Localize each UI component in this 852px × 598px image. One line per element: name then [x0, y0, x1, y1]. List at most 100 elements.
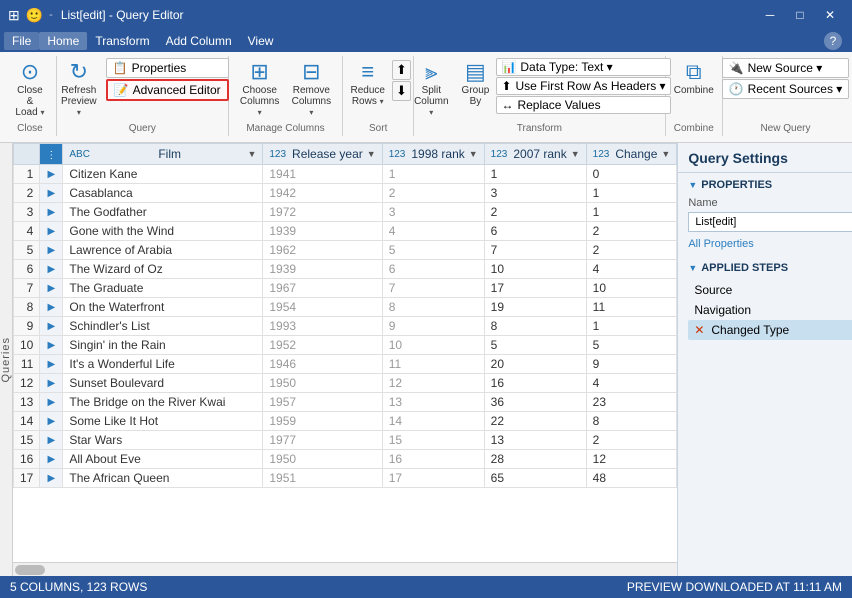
rank2007-col-header[interactable]: 123 2007 rank ▼ [484, 144, 586, 165]
row-icon-cell: ▶ [40, 336, 63, 355]
table-row[interactable]: 1 ▶ Citizen Kane 1941 1 1 0 [14, 165, 677, 184]
group-by-button[interactable]: ▤ GroupBy [457, 58, 493, 110]
choose-columns-icon: ⊞ [250, 61, 268, 83]
table-row[interactable]: 10 ▶ Singin' in the Rain 1952 10 5 5 [14, 336, 677, 355]
rank2007-cell: 16 [484, 374, 586, 393]
help-button[interactable]: ? [824, 32, 842, 50]
film-cell: The Bridge on the River Kwai [63, 393, 263, 412]
table-row[interactable]: 7 ▶ The Graduate 1967 7 17 10 [14, 279, 677, 298]
menu-transform[interactable]: Transform [87, 32, 157, 50]
table-scroll[interactable]: ⋮ ABC Film ▼ 123 [13, 143, 677, 562]
new-query-group-label: New Query [760, 123, 810, 134]
release-year-col-type: 123 [269, 149, 286, 160]
film-cell: Citizen Kane [63, 165, 263, 184]
close-button[interactable]: ✕ [816, 3, 844, 27]
remove-columns-button[interactable]: ⊟ RemoveColumns ▾ [287, 58, 337, 121]
step-changed-type[interactable]: ✕ Changed Type [688, 320, 852, 340]
ribbon-group-query: ↻ RefreshPreview ▾ 📋 Properties 📝 Advanc… [57, 56, 229, 136]
row-num-cell: 17 [14, 469, 40, 488]
rank2007-filter-arrow[interactable]: ▼ [571, 149, 580, 159]
split-column-button[interactable]: ⫸ SplitColumn ▾ [408, 58, 454, 121]
change-cell: 2 [586, 222, 677, 241]
step-source[interactable]: Source ⚙ [688, 280, 852, 300]
table-row[interactable]: 15 ▶ Star Wars 1977 15 13 2 [14, 431, 677, 450]
queries-sidebar: Queries [0, 143, 13, 576]
row-num-header [14, 144, 40, 165]
table-row[interactable]: 3 ▶ The Godfather 1972 3 2 1 [14, 203, 677, 222]
refresh-preview-button[interactable]: ↻ RefreshPreview ▾ [56, 58, 102, 121]
row-icon-cell: ▶ [40, 374, 63, 393]
all-properties-link[interactable]: All Properties [688, 238, 753, 250]
rank1998-col-header[interactable]: 123 1998 rank ▼ [382, 144, 484, 165]
recent-sources-icon: 🕐 [729, 82, 744, 96]
name-input[interactable] [688, 212, 852, 232]
release-year-filter-arrow[interactable]: ▼ [367, 149, 376, 159]
table-row[interactable]: 13 ▶ The Bridge on the River Kwai 1957 1… [14, 393, 677, 412]
col-menu-icon[interactable]: ⋮ [46, 150, 56, 161]
table-body: 1 ▶ Citizen Kane 1941 1 1 0 2 ▶ Casablan… [14, 165, 677, 488]
change-filter-arrow[interactable]: ▼ [661, 149, 670, 159]
menu-home[interactable]: Home [39, 32, 87, 50]
maximize-button[interactable]: □ [786, 3, 814, 27]
menu-file[interactable]: File [4, 32, 39, 50]
replace-values-button[interactable]: ↔ Replace Values [496, 96, 670, 114]
sort-items: ≡ ReduceRows ▾ ⬆ ⬇ [346, 58, 411, 121]
film-col-header[interactable]: ABC Film ▼ [63, 144, 263, 165]
query-small-buttons: 📋 Properties 📝 Advanced Editor [106, 58, 229, 101]
rank2007-cell: 65 [484, 469, 586, 488]
menu-view[interactable]: View [240, 32, 282, 50]
status-preview-time: PREVIEW DOWNLOADED AT 11:11 AM [627, 580, 842, 594]
rank1998-col-type: 123 [389, 149, 406, 160]
new-source-button[interactable]: 🔌 New Source ▾ [722, 58, 850, 78]
table-row[interactable]: 4 ▶ Gone with the Wind 1939 4 6 2 [14, 222, 677, 241]
change-col-header[interactable]: 123 Change ▼ [586, 144, 677, 165]
table-row[interactable]: 12 ▶ Sunset Boulevard 1950 12 16 4 [14, 374, 677, 393]
table-row[interactable]: 8 ▶ On the Waterfront 1954 8 19 11 [14, 298, 677, 317]
minimize-button[interactable]: ─ [756, 3, 784, 27]
release-year-col-header[interactable]: 123 Release year ▼ [263, 144, 382, 165]
properties-button[interactable]: 📋 Properties [106, 58, 229, 78]
rank2007-cell: 5 [484, 336, 586, 355]
ribbon-group-new-query: 🔌 New Source ▾ 🕐 Recent Sources ▾ New Qu… [723, 56, 848, 136]
horizontal-scrollbar[interactable] [13, 562, 677, 576]
step-navigation[interactable]: Navigation ⚙ [688, 300, 852, 320]
rank1998-cell: 12 [382, 374, 484, 393]
table-row[interactable]: 11 ▶ It's a Wonderful Life 1946 11 20 9 [14, 355, 677, 374]
keep-rows-button[interactable]: ≡ ReduceRows ▾ [346, 58, 390, 110]
rank2007-cell: 10 [484, 260, 586, 279]
table-row[interactable]: 6 ▶ The Wizard of Oz 1939 6 10 4 [14, 260, 677, 279]
step-navigation-label: Navigation [694, 303, 751, 317]
step-changed-type-x[interactable]: ✕ [694, 323, 704, 337]
query-settings-panel: Query Settings ✕ PROPERTIES Name All Pro… [677, 143, 852, 576]
combine-button[interactable]: ⧉ Combine [669, 58, 719, 99]
recent-sources-button[interactable]: 🕐 Recent Sources ▾ [722, 79, 850, 99]
choose-columns-button[interactable]: ⊞ ChooseColumns ▾ [235, 58, 285, 121]
release-year-cell: 1952 [263, 336, 382, 355]
film-cell: It's a Wonderful Life [63, 355, 263, 374]
table-row[interactable]: 17 ▶ The African Queen 1951 17 65 48 [14, 469, 677, 488]
table-row[interactable]: 16 ▶ All About Eve 1950 16 28 12 [14, 450, 677, 469]
scrollbar-thumb[interactable] [15, 565, 45, 575]
film-cell: On the Waterfront [63, 298, 263, 317]
table-row[interactable]: 2 ▶ Casablanca 1942 2 3 1 [14, 184, 677, 203]
rank1998-cell: 5 [382, 241, 484, 260]
row-num-cell: 10 [14, 336, 40, 355]
row-num-cell: 14 [14, 412, 40, 431]
film-cell: Sunset Boulevard [63, 374, 263, 393]
rank1998-filter-arrow[interactable]: ▼ [469, 149, 478, 159]
table-row[interactable]: 5 ▶ Lawrence of Arabia 1962 5 7 2 [14, 241, 677, 260]
close-group-label: Close [17, 123, 43, 134]
advanced-editor-button[interactable]: 📝 Advanced Editor [106, 79, 229, 101]
rank1998-cell: 6 [382, 260, 484, 279]
menu-add-column[interactable]: Add Column [158, 32, 240, 50]
use-first-row-button[interactable]: ⬆ Use First Row As Headers ▾ [496, 77, 670, 95]
data-type-button[interactable]: 📊 Data Type: Text ▾ [496, 58, 670, 76]
transform-items: ⫸ SplitColumn ▾ ▤ GroupBy 📊 Data Type: T… [408, 58, 670, 121]
film-cell: Schindler's List [63, 317, 263, 336]
table-row[interactable]: 14 ▶ Some Like It Hot 1959 14 22 8 [14, 412, 677, 431]
group-by-label: GroupBy [462, 85, 490, 107]
table-row[interactable]: 9 ▶ Schindler's List 1993 9 8 1 [14, 317, 677, 336]
film-filter-arrow[interactable]: ▼ [247, 149, 256, 159]
close-load-button[interactable]: ⊙ Close &Load ▾ [10, 58, 50, 121]
title-bar: ⊞ 🙂 - List[edit] - Query Editor ─ □ ✕ [0, 0, 852, 30]
